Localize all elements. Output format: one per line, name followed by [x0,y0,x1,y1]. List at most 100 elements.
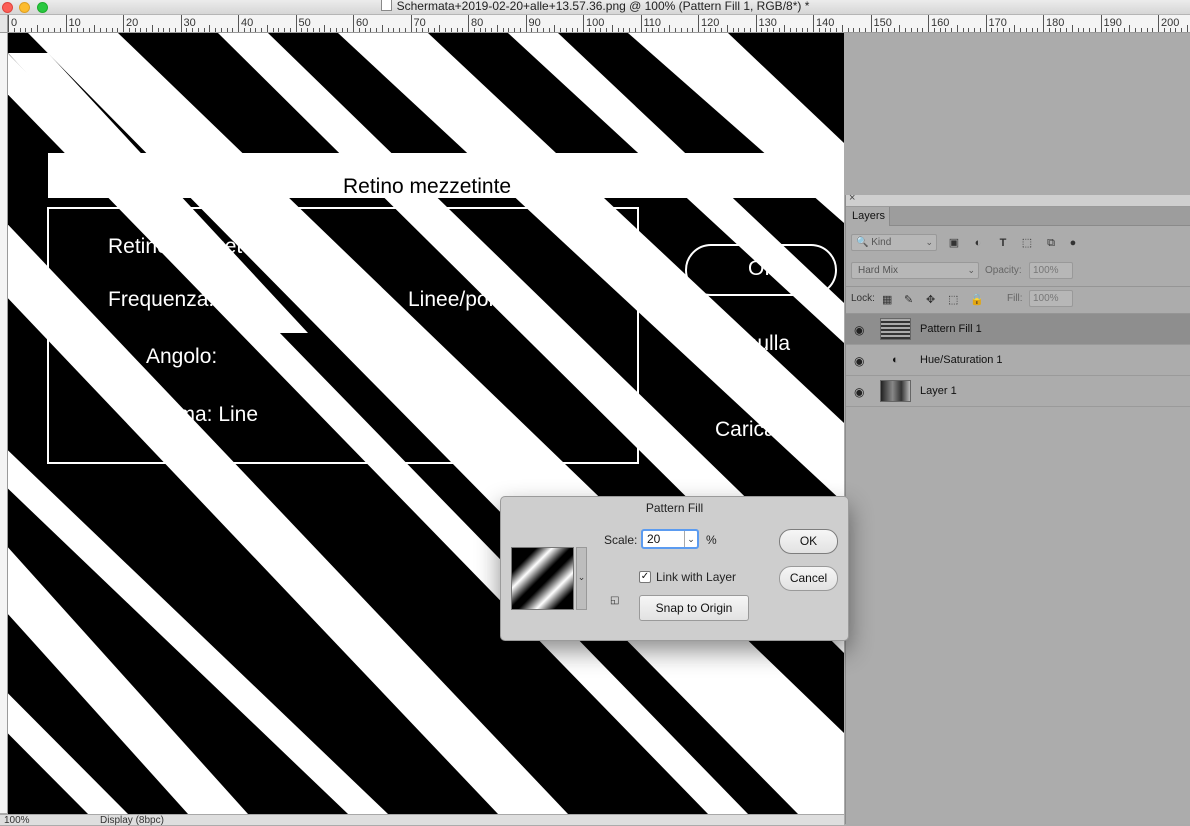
smart-object-filter-icon[interactable]: ⧉ [1044,236,1058,250]
eye-icon[interactable]: ◉ [854,323,864,337]
new-preset-icon[interactable]: ◱ [610,595,619,606]
ruler-minor-tick [744,28,745,32]
pattern-picker-dropdown[interactable]: ⌄ [576,547,587,610]
ruler-minor-tick [1094,28,1096,32]
ruler-minor-tick [192,28,193,32]
ruler-minor-tick [1008,28,1010,32]
ruler-minor-tick [473,28,475,32]
ruler-minor-tick [324,25,326,32]
panel-header: × [846,192,1190,207]
eye-icon[interactable]: ◉ [854,354,864,368]
ruler-minor-tick [479,28,481,32]
pixel-filter-icon[interactable]: ▣ [947,236,961,250]
fill-field[interactable]: 100% [1029,290,1073,307]
pattern-fill-thumbnail[interactable] [880,318,911,340]
ruler-minor-tick [445,28,446,32]
ruler-minor-tick [1123,28,1125,32]
lock-transparent-icon[interactable]: ▦ [882,293,892,306]
ruler-minor-tick [197,28,199,32]
document-canvas[interactable]: Retino mezzetinte Retino mezzet Frequenz… [8,33,844,814]
ruler-major-tick [525,15,527,32]
pattern-swatch[interactable] [511,547,574,610]
tab-layers[interactable]: Layers [846,207,890,226]
ok-button[interactable]: OK [779,529,838,554]
layer-row-pattern-fill[interactable]: ◉ Pattern Fill 1 [846,314,1190,345]
ruler-minor-tick [42,28,44,32]
scale-dropdown-icon[interactable]: ⌄ [684,531,697,547]
ruler-minor-tick [818,28,820,32]
ruler-minor-tick [692,28,694,32]
ruler-minor-tick [1060,28,1062,32]
lock-position-icon[interactable]: ✥ [926,293,935,306]
opacity-field[interactable]: 100% [1029,262,1073,279]
ruler-minor-tick [169,28,170,32]
horizontal-ruler[interactable]: 0 10 20 30 40 50 60 70 80 90 100 110 120 130 140 150 160… [0,15,1190,33]
layer-name[interactable]: Layer 1 [920,385,957,397]
ruler-corner [0,15,8,32]
ruler-minor-tick [404,28,406,32]
ruler-minor-tick [399,28,400,32]
scale-unit: % [706,533,717,547]
dialog-title: Pattern Fill [645,501,704,515]
ruler-minor-tick [347,28,349,32]
ruler-minor-tick [1152,28,1154,32]
status-bar: 100% Display (8bpc) [0,814,844,826]
lock-artboard-icon[interactable]: ⬚ [948,293,958,306]
layer-row-layer-1[interactable]: ◉ Layer 1 [846,376,1190,407]
ruler-minor-tick [738,28,740,32]
blend-mode-select[interactable]: Hard Mix ⌄ [851,262,979,279]
kind-filter-select[interactable]: 🔍 Kind ⌄ [851,234,937,251]
layer-name[interactable]: Hue/Saturation 1 [920,354,1003,366]
ruler-minor-tick [807,28,809,32]
link-with-layer-checkbox[interactable]: ✓ [639,571,651,583]
ruler-minor-tick [117,28,119,32]
link-with-layer-label[interactable]: Link with Layer [656,570,736,584]
filter-toggle-icon[interactable]: ● [1066,236,1080,250]
ruler-minor-tick [882,28,883,32]
ruler-minor-tick [1031,28,1033,32]
ruler-major-tick [755,15,757,32]
ruler-minor-tick [59,28,61,32]
layer-name[interactable]: Pattern Fill 1 [920,323,982,335]
snap-to-origin-button[interactable]: Snap to Origin [639,595,749,621]
scale-input[interactable]: 20 ⌄ [641,529,699,549]
title-bar: Schermata+2019-02-20+alle+13.57.36.png @… [0,0,1190,15]
ruler-minor-tick [146,28,147,32]
ruler-minor-tick [502,28,504,32]
ruler-minor-tick [1175,28,1177,32]
type-filter-icon[interactable]: T [996,236,1010,250]
ruler-minor-tick [1037,28,1039,32]
ruler-minor-tick [893,28,895,32]
ruler-minor-tick [531,28,533,32]
filter-row: 🔍 Kind ⌄ ▣ ◐ T ⬚ ⧉ ● [846,231,1190,255]
close-panel-icon[interactable]: × [849,192,855,204]
eye-icon[interactable]: ◉ [854,385,864,399]
ruler-minor-tick [876,28,878,32]
ruler-minor-tick [899,25,901,32]
layer-row-hue-saturation[interactable]: ◉ ◐ Hue/Saturation 1 [846,345,1190,376]
lock-image-icon[interactable]: ✎ [904,293,913,306]
status-info[interactable]: Display (8bpc) [100,815,164,826]
cancel-button[interactable]: Cancel [779,566,838,591]
ruler-minor-tick [232,28,234,32]
vertical-ruler[interactable] [0,33,8,813]
ruler-major-tick [698,15,699,32]
lock-all-icon[interactable]: 🔒 [970,293,984,306]
zoom-level[interactable]: 100% [4,815,30,826]
shape-filter-icon[interactable]: ⬚ [1020,236,1034,250]
ruler-major-tick [8,15,9,32]
ruler-minor-tick [54,28,55,32]
ruler-minor-tick [663,28,665,32]
ruler-minor-tick [370,28,372,32]
ruler-minor-tick [749,28,751,32]
document-icon [380,0,392,11]
ruler-minor-tick [715,28,717,32]
ruler-minor-tick [77,28,78,32]
layer-thumbnail[interactable] [880,380,911,402]
ghost-label: Linee/pollice [408,288,525,311]
adjustment-filter-icon[interactable]: ◐ [971,236,985,250]
ruler-major-tick [813,15,814,32]
ruler-minor-tick [795,28,797,32]
ruler-minor-tick [243,28,245,32]
ruler-minor-tick [157,28,159,32]
